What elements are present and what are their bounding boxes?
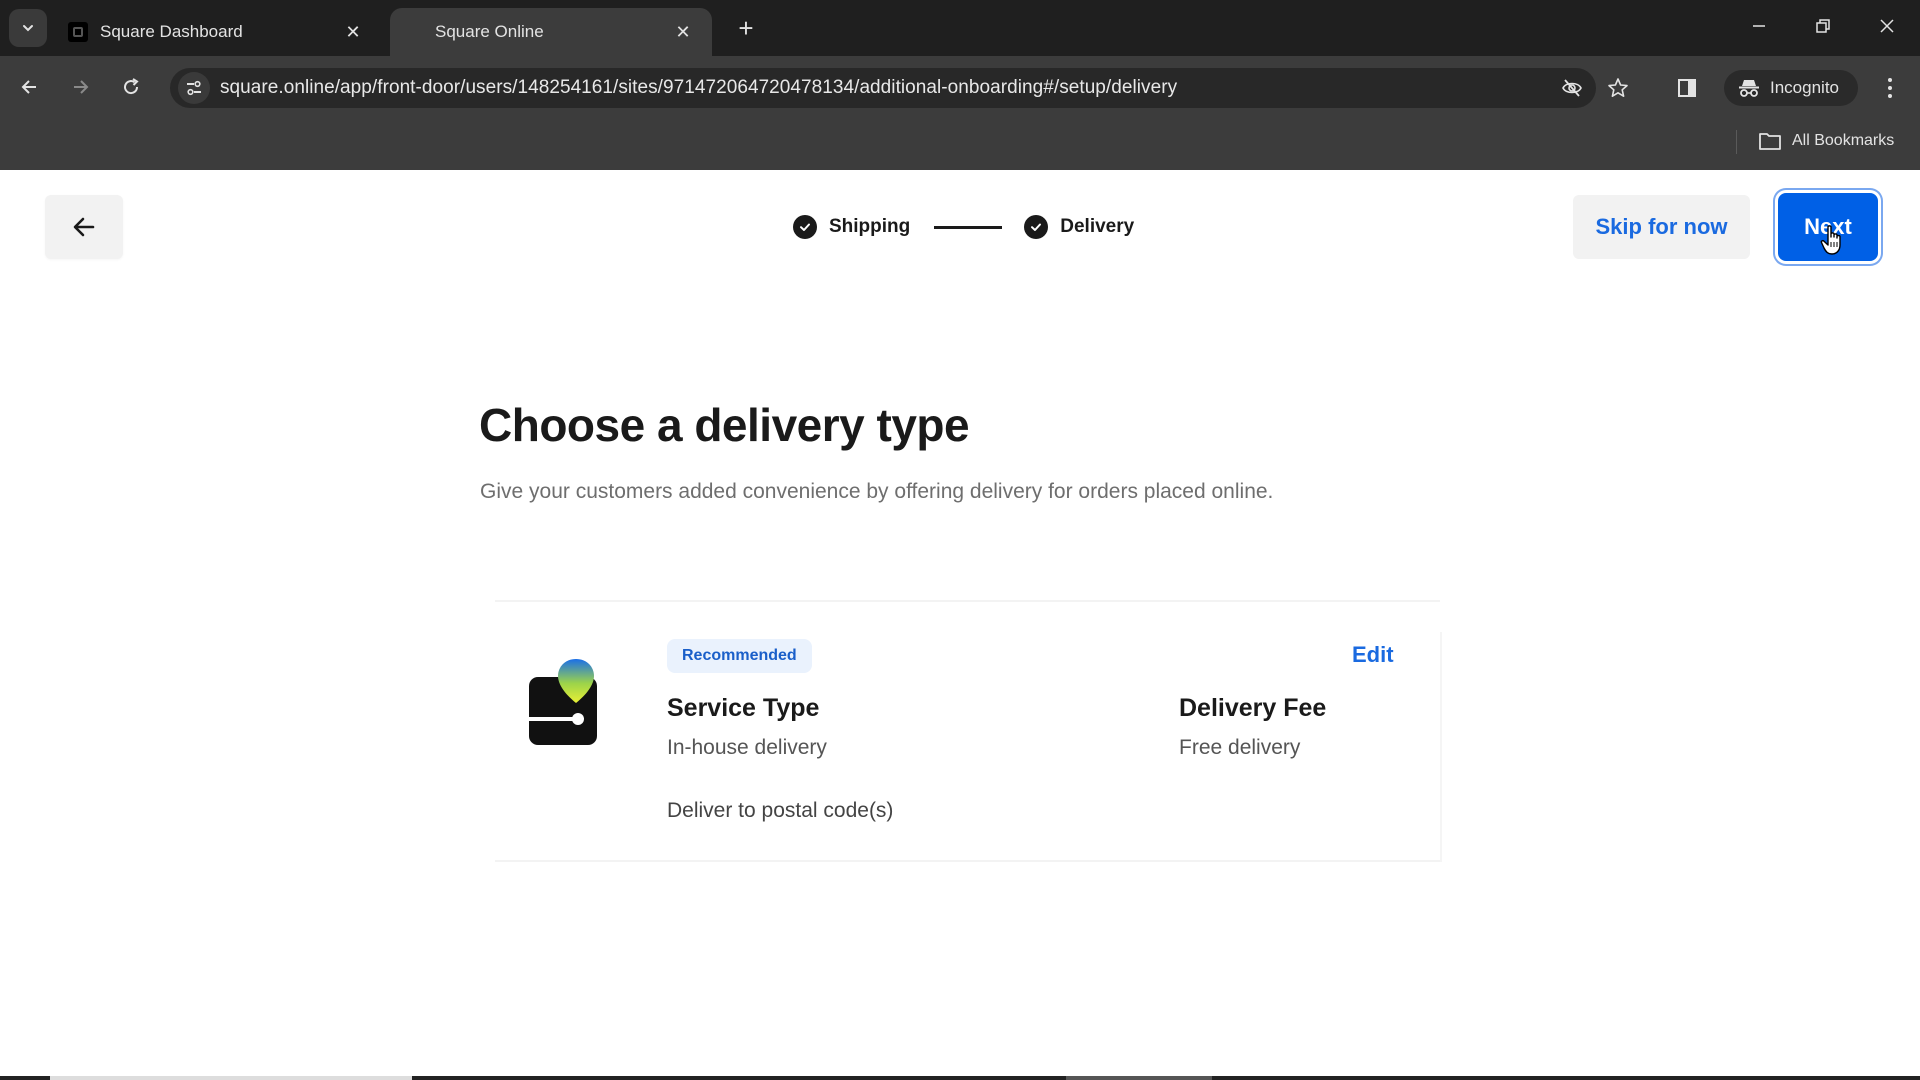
tab-title: Square Online xyxy=(435,22,544,41)
step-shipping: Shipping xyxy=(793,215,910,239)
arrow-right-icon xyxy=(74,80,89,94)
skip-for-now-button[interactable]: Skip for now xyxy=(1573,195,1750,259)
page-title: Choose a delivery type xyxy=(479,399,970,451)
os-taskbar xyxy=(0,1076,1920,1080)
incognito-label: Incognito xyxy=(1770,78,1839,97)
url-text[interactable]: square.online/app/front-door/users/14825… xyxy=(220,68,1177,108)
new-tab-button[interactable]: + xyxy=(732,14,760,42)
edit-delivery-link[interactable]: Edit xyxy=(1352,642,1394,668)
hand-cursor-icon xyxy=(1820,225,1841,255)
square-logo-icon xyxy=(68,22,88,42)
menu-dot-icon xyxy=(1888,94,1892,98)
eye-off-icon xyxy=(1562,79,1582,97)
step-label: Shipping xyxy=(829,216,911,237)
menu-dot-icon xyxy=(1888,78,1892,82)
back-button[interactable] xyxy=(45,195,123,259)
side-panel-button[interactable] xyxy=(1675,76,1699,100)
tab-square-online[interactable]: Square Online ✕ xyxy=(390,8,712,56)
minimize-button[interactable] xyxy=(1745,14,1773,42)
check-circle-icon xyxy=(793,215,817,239)
reload-icon xyxy=(124,78,139,95)
close-tab-icon[interactable]: ✕ xyxy=(672,21,694,43)
step-connector xyxy=(934,225,1003,229)
delivery-location-icon xyxy=(529,659,597,745)
browser-toolbar: square.online/app/front-door/users/14825… xyxy=(0,56,1920,170)
browser-forward-button[interactable] xyxy=(63,70,97,104)
tab-search-button[interactable] xyxy=(9,9,47,47)
menu-dot-icon xyxy=(1888,86,1892,90)
reload-button[interactable] xyxy=(114,70,148,104)
bookmarks-divider xyxy=(1736,130,1737,154)
check-circle-icon xyxy=(1024,215,1049,239)
taskbar-item[interactable] xyxy=(1066,1076,1212,1080)
browser-tab-bar: Square Dashboard ✕ Square Online ✕ + xyxy=(0,0,1920,56)
bookmark-star-button[interactable] xyxy=(1606,76,1630,100)
address-bar[interactable]: square.online/app/front-door/users/14825… xyxy=(170,68,1628,108)
side-panel-icon xyxy=(1678,79,1696,97)
tab-title: Square Dashboard xyxy=(100,22,243,41)
delivery-fee-value: Free delivery xyxy=(1179,736,1301,759)
restore-button[interactable] xyxy=(1809,14,1837,42)
minimize-icon xyxy=(1753,25,1765,27)
service-type-label: Service Type xyxy=(667,694,820,722)
chevron-down-icon xyxy=(23,25,33,32)
all-bookmarks-button[interactable]: All Bookmarks xyxy=(1758,127,1894,155)
delivery-fee-label: Delivery Fee xyxy=(1179,694,1327,722)
card-border xyxy=(1440,632,1442,862)
recommended-badge: Recommended xyxy=(667,639,812,673)
progress-stepper: Shipping Delivery xyxy=(793,214,1134,240)
step-label: Delivery xyxy=(1060,216,1135,237)
arrow-left-icon xyxy=(21,80,36,94)
delivery-option-card: Recommended Edit Service Type In-house d… xyxy=(495,600,1442,862)
page-content: Shipping Delivery Skip for now Next Choo… xyxy=(0,170,1920,1080)
page-subtitle: Give your customers added convenience by… xyxy=(480,480,1274,503)
all-bookmarks-label: All Bookmarks xyxy=(1792,132,1895,149)
close-icon xyxy=(1880,19,1894,33)
star-icon xyxy=(1608,78,1628,97)
arrow-left-icon xyxy=(73,217,95,237)
tune-icon xyxy=(187,80,201,96)
taskbar-item[interactable] xyxy=(50,1076,412,1080)
tab-square-dashboard[interactable]: Square Dashboard ✕ xyxy=(56,8,382,56)
restore-icon xyxy=(1816,19,1830,33)
browser-menu-button[interactable] xyxy=(1878,72,1902,104)
incognito-indicator[interactable]: Incognito xyxy=(1724,70,1858,106)
delivery-coverage: Deliver to postal code(s) xyxy=(667,799,894,822)
close-tab-icon[interactable]: ✕ xyxy=(342,21,364,43)
incognito-icon xyxy=(1739,80,1759,97)
step-delivery: Delivery xyxy=(1024,215,1134,239)
folder-icon xyxy=(1759,133,1781,150)
browser-back-button[interactable] xyxy=(13,70,47,104)
site-info-button[interactable] xyxy=(178,72,210,104)
service-type-value: In-house delivery xyxy=(667,736,827,759)
tracking-protection-button[interactable] xyxy=(1560,76,1584,100)
close-window-button[interactable] xyxy=(1873,14,1901,42)
